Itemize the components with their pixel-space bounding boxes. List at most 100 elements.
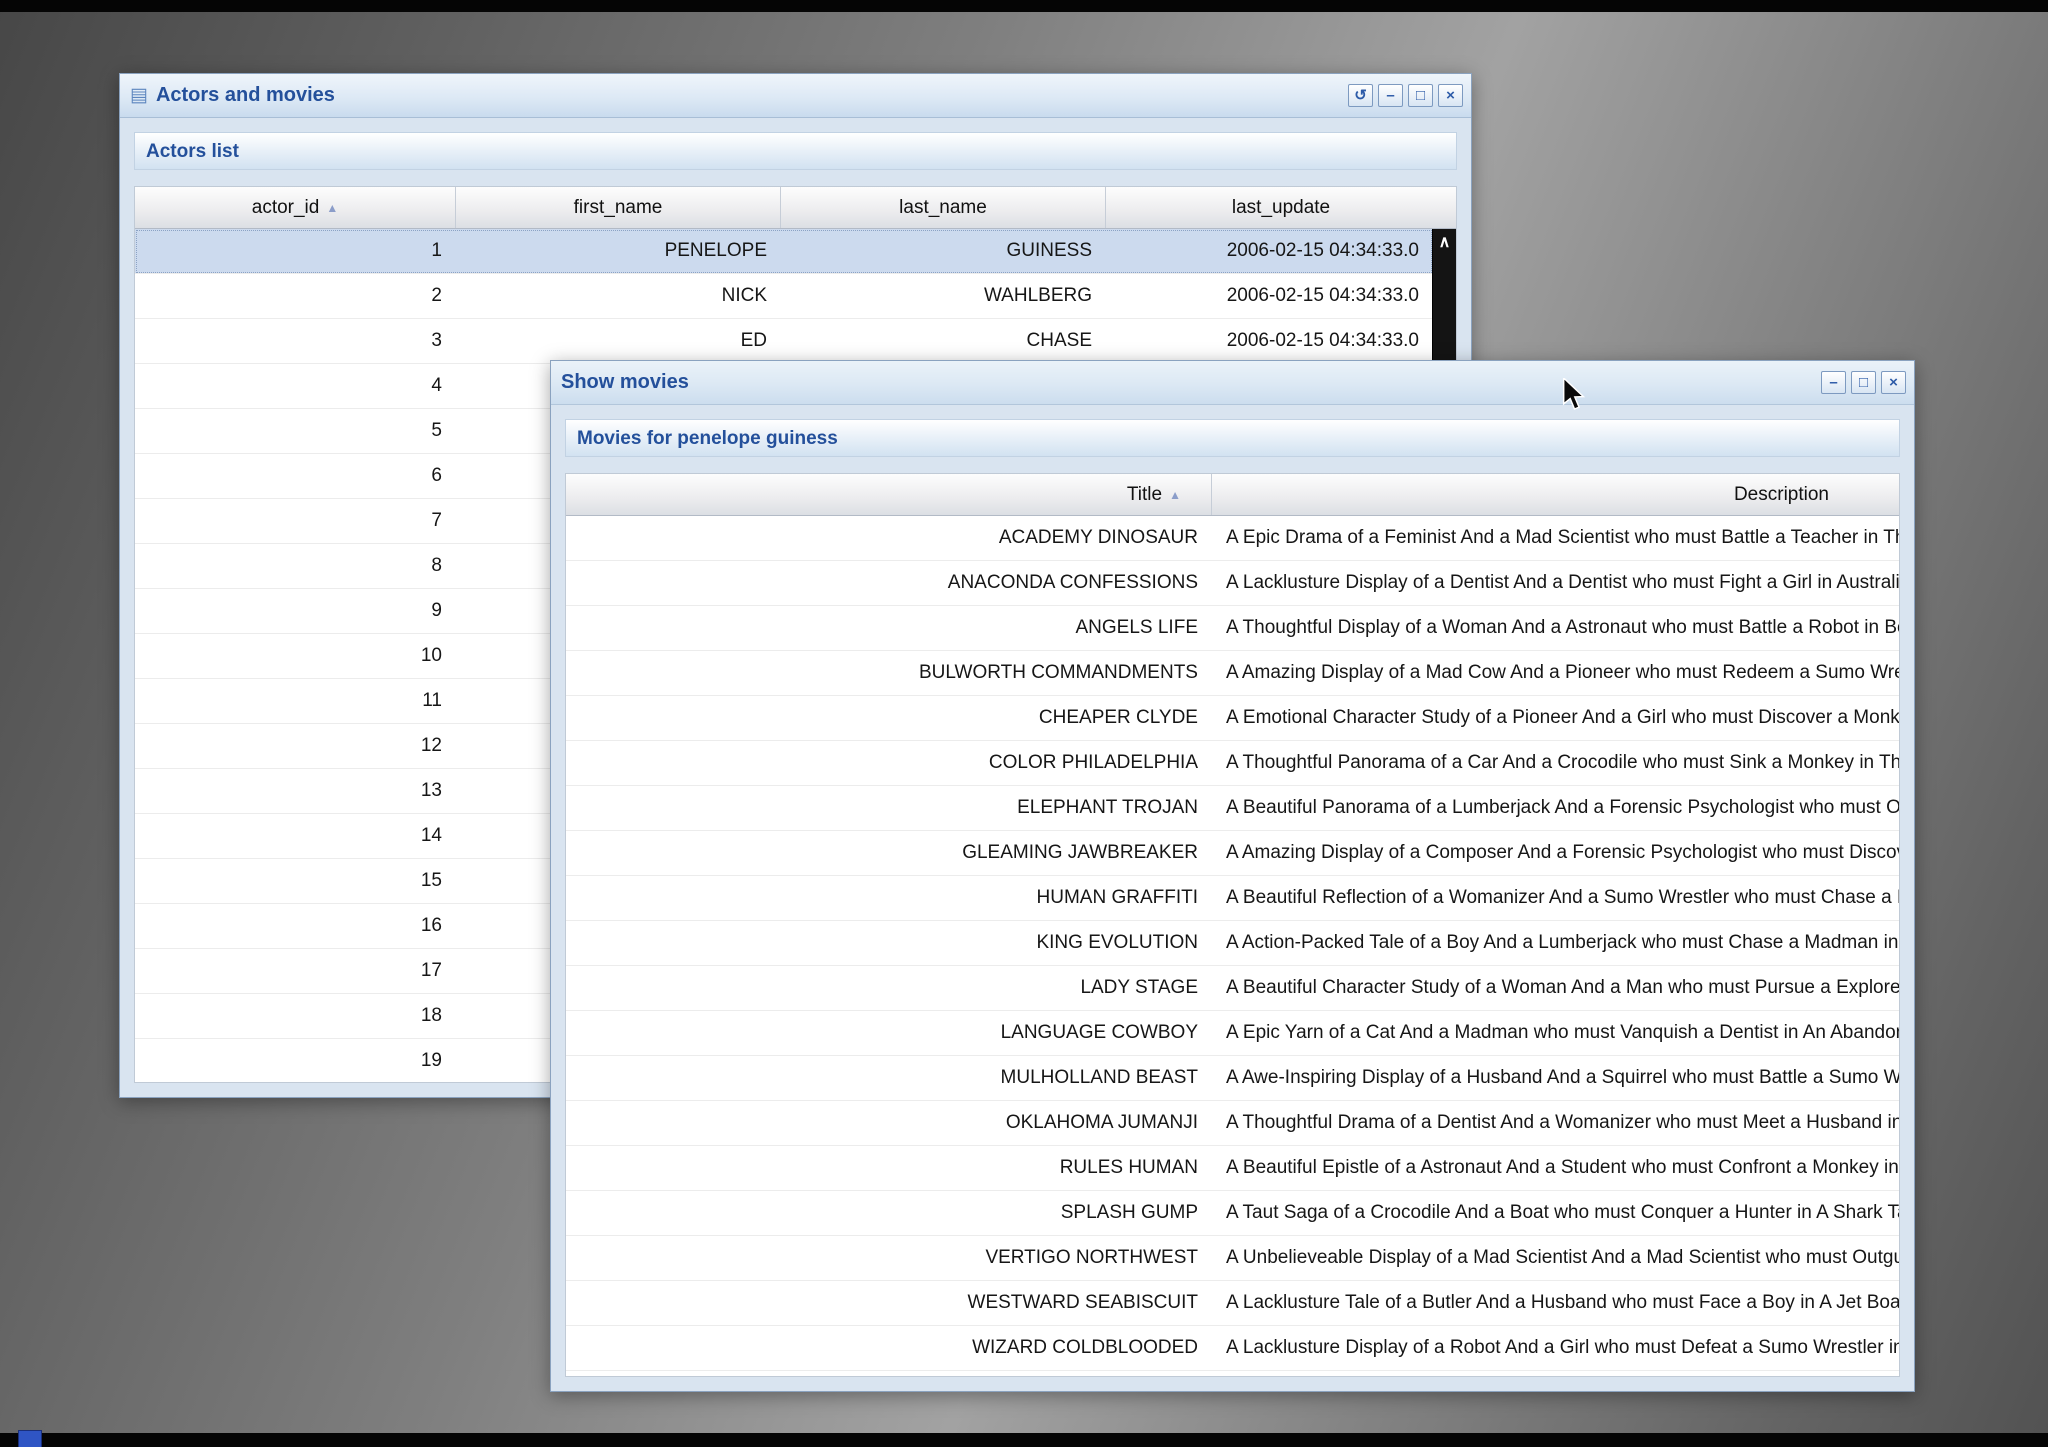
column-header-title[interactable]: Title ▲: [566, 474, 1212, 515]
maximize-button[interactable]: □: [1408, 84, 1433, 107]
table-row[interactable]: ELEPHANT TROJANA Beautiful Panorama of a…: [566, 786, 1899, 831]
table-row[interactable]: SPLASH GUMPA Taut Saga of a Crocodile An…: [566, 1191, 1899, 1236]
table-row[interactable]: CHEAPER CLYDEA Emotional Character Study…: [566, 696, 1899, 741]
minimize-button[interactable]: –: [1378, 84, 1403, 107]
table-row[interactable]: ANACONDA CONFESSIONSA Lacklusture Displa…: [566, 561, 1899, 606]
cell-actor-id: 13: [135, 769, 456, 813]
cell-last-update: 2006-02-15 04:34:33.0: [1106, 229, 1433, 273]
cell-description: A Unbelieveable Display of a Mad Scienti…: [1212, 1236, 1899, 1280]
cell-title: WIZARD COLDBLOODED: [566, 1326, 1212, 1370]
cell-title: LADY STAGE: [566, 966, 1212, 1010]
cell-description: A Awe-Inspiring Display of a Husband And…: [1212, 1056, 1899, 1100]
table-row[interactable]: LADY STAGEA Beautiful Character Study of…: [566, 966, 1899, 1011]
column-header-last-update[interactable]: last_update: [1106, 187, 1456, 228]
cell-actor-id: 11: [135, 679, 456, 723]
cell-title: WESTWARD SEABISCUIT: [566, 1281, 1212, 1325]
cell-first-name: PENELOPE: [456, 229, 781, 273]
cell-description: A Thoughtful Panorama of a Car And a Cro…: [1212, 741, 1899, 785]
cell-title: COLOR PHILADELPHIA: [566, 741, 1212, 785]
table-row[interactable]: HUMAN GRAFFITIA Beautiful Reflection of …: [566, 876, 1899, 921]
movies-table: Title ▲ Description ACADEMY DINOSAURA Ep…: [565, 473, 1900, 1377]
cell-title: SPLASH GUMP: [566, 1191, 1212, 1235]
cell-last-name: WAHLBERG: [781, 274, 1106, 318]
cell-actor-id: 16: [135, 904, 456, 948]
cell-description: A Beautiful Epistle of a Astronaut And a…: [1212, 1146, 1899, 1190]
cell-description: A Epic Drama of a Feminist And a Mad Sci…: [1212, 516, 1899, 560]
table-row[interactable]: WESTWARD SEABISCUITA Lacklusture Tale of…: [566, 1281, 1899, 1326]
cell-title: ANGELS LIFE: [566, 606, 1212, 650]
cell-title: ACADEMY DINOSAUR: [566, 516, 1212, 560]
cell-last-name: GUINESS: [781, 229, 1106, 273]
cell-last-update: 2006-02-15 04:34:33.0: [1106, 319, 1433, 363]
cell-description: A Lacklusture Display of a Robot And a G…: [1212, 1326, 1899, 1370]
column-header-label: Title: [1127, 484, 1162, 506]
column-header-actor-id[interactable]: actor_id ▲: [135, 187, 456, 228]
actors-table-header: actor_id ▲ first_name last_name last_upd…: [135, 187, 1456, 229]
table-row[interactable]: 2NICKWAHLBERG2006-02-15 04:34:33.0: [135, 274, 1433, 319]
cell-actor-id: 12: [135, 724, 456, 768]
cell-description: A Action-Packed Tale of a Boy And a Lumb…: [1212, 921, 1899, 965]
cell-description: A Thoughtful Drama of a Dentist And a Wo…: [1212, 1101, 1899, 1145]
table-row[interactable]: COLOR PHILADELPHIAA Thoughtful Panorama …: [566, 741, 1899, 786]
close-button[interactable]: ×: [1438, 84, 1463, 107]
cell-actor-id: 19: [135, 1039, 456, 1082]
actors-list-panel-title: Actors list: [134, 132, 1457, 170]
table-row[interactable]: ACADEMY DINOSAURA Epic Drama of a Femini…: [566, 516, 1899, 561]
cell-actor-id: 4: [135, 364, 456, 408]
movies-window-titlebar[interactable]: Show movies – □ ×: [551, 361, 1914, 405]
cell-title: LANGUAGE COWBOY: [566, 1011, 1212, 1055]
table-row[interactable]: KING EVOLUTIONA Action-Packed Tale of a …: [566, 921, 1899, 966]
close-button[interactable]: ×: [1881, 371, 1906, 394]
screen-bottom-border: [0, 1433, 2048, 1447]
cell-title: BULWORTH COMMANDMENTS: [566, 651, 1212, 695]
cell-description: A Amazing Display of a Composer And a Fo…: [1212, 831, 1899, 875]
table-row[interactable]: RULES HUMANA Beautiful Epistle of a Astr…: [566, 1146, 1899, 1191]
cell-description: A Lacklusture Tale of a Butler And a Hus…: [1212, 1281, 1899, 1325]
cell-title: KING EVOLUTION: [566, 921, 1212, 965]
actors-window-titlebar[interactable]: ▤ Actors and movies ↺ – □ ×: [120, 74, 1471, 118]
table-row[interactable]: MULHOLLAND BEASTA Awe-Inspiring Display …: [566, 1056, 1899, 1101]
desktop-background: ▤ Actors and movies ↺ – □ × Actors list …: [0, 0, 2048, 1447]
movies-window-title: Show movies: [561, 371, 689, 394]
table-row[interactable]: GLEAMING JAWBREAKERA Amazing Display of …: [566, 831, 1899, 876]
table-row[interactable]: WIZARD COLDBLOODEDA Lacklusture Display …: [566, 1326, 1899, 1371]
cell-actor-id: 6: [135, 454, 456, 498]
column-header-last-name[interactable]: last_name: [781, 187, 1106, 228]
screen-top-border: [0, 0, 2048, 12]
column-header-first-name[interactable]: first_name: [456, 187, 781, 228]
table-row[interactable]: VERTIGO NORTHWESTA Unbelieveable Display…: [566, 1236, 1899, 1281]
cell-description: A Taut Saga of a Crocodile And a Boat wh…: [1212, 1191, 1899, 1235]
table-row[interactable]: 1PENELOPEGUINESS2006-02-15 04:34:33.0: [135, 229, 1433, 274]
cell-title: HUMAN GRAFFITI: [566, 876, 1212, 920]
cell-actor-id: 9: [135, 589, 456, 633]
cell-description: A Epic Yarn of a Cat And a Madman who mu…: [1212, 1011, 1899, 1055]
table-row[interactable]: OKLAHOMA JUMANJIA Thoughtful Drama of a …: [566, 1101, 1899, 1146]
cell-last-update: 2006-02-15 04:34:33.0: [1106, 274, 1433, 318]
cell-title: MULHOLLAND BEAST: [566, 1056, 1212, 1100]
cell-description: A Beautiful Reflection of a Womanizer An…: [1212, 876, 1899, 920]
scroll-up-icon[interactable]: ∧: [1433, 229, 1456, 252]
table-row[interactable]: ANGELS LIFEA Thoughtful Display of a Wom…: [566, 606, 1899, 651]
table-window-icon: ▤: [130, 86, 148, 105]
cell-actor-id: 14: [135, 814, 456, 858]
cell-description: A Emotional Character Study of a Pioneer…: [1212, 696, 1899, 740]
maximize-button[interactable]: □: [1851, 371, 1876, 394]
cell-title: RULES HUMAN: [566, 1146, 1212, 1190]
taskbar-accent[interactable]: [18, 1430, 42, 1447]
table-row[interactable]: BULWORTH COMMANDMENTSA Amazing Display o…: [566, 651, 1899, 696]
table-row[interactable]: 3EDCHASE2006-02-15 04:34:33.0: [135, 319, 1433, 364]
cell-title: ANACONDA CONFESSIONS: [566, 561, 1212, 605]
cell-actor-id: 2: [135, 274, 456, 318]
minimize-button[interactable]: –: [1821, 371, 1846, 394]
cell-actor-id: 8: [135, 544, 456, 588]
sort-asc-icon: ▲: [1169, 488, 1181, 502]
cell-actor-id: 1: [135, 229, 456, 273]
cell-first-name: ED: [456, 319, 781, 363]
window-show-movies: Show movies – □ × Movies for penelope gu…: [550, 360, 1915, 1392]
cell-description: A Beautiful Character Study of a Woman A…: [1212, 966, 1899, 1010]
refresh-button[interactable]: ↺: [1348, 84, 1373, 107]
cell-title: GLEAMING JAWBREAKER: [566, 831, 1212, 875]
column-header-description[interactable]: Description: [1212, 474, 1899, 515]
cell-actor-id: 17: [135, 949, 456, 993]
table-row[interactable]: LANGUAGE COWBOYA Epic Yarn of a Cat And …: [566, 1011, 1899, 1056]
